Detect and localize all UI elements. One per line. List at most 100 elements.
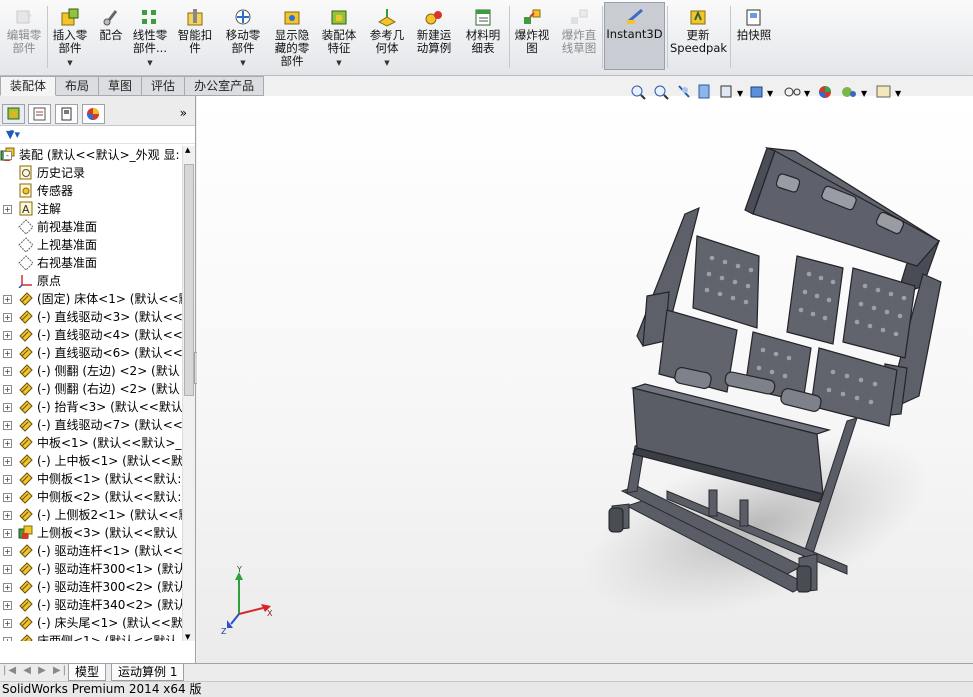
- tree-item[interactable]: + (-) 上中板<1> (默认<<默: [0, 452, 182, 470]
- ribbon-separator: [730, 6, 731, 68]
- expand-icon[interactable]: +: [3, 439, 12, 448]
- tree-item[interactable]: + (-) 床头尾<1> (默认<<默: [0, 614, 182, 632]
- ribbon-button-5[interactable]: 智能扣件: [175, 4, 215, 55]
- bed-3d-model[interactable]: [197, 96, 973, 663]
- tree-item[interactable]: 传感器: [0, 182, 182, 200]
- tree-filter[interactable]: ▼̄▾: [0, 126, 195, 144]
- part-icon: [19, 544, 33, 558]
- tree-item[interactable]: + A 注解: [0, 200, 182, 218]
- tree-item[interactable]: 上视基准面: [0, 236, 182, 254]
- expand-icon[interactable]: +: [3, 637, 12, 641]
- expand-icon[interactable]: +: [3, 403, 12, 412]
- tree-item[interactable]: 前视基准面: [0, 218, 182, 236]
- expand-icon[interactable]: +: [3, 583, 12, 592]
- expand-icon[interactable]: +: [3, 331, 12, 340]
- part-icon: [19, 382, 33, 396]
- expand-icon[interactable]: +: [3, 493, 12, 502]
- tree-item-label: 右视基准面: [37, 256, 98, 270]
- expand-panel-icon[interactable]: »: [180, 106, 187, 120]
- tree-item-label: (-) 侧翻 (左边) <2> (默认: [37, 364, 180, 378]
- tab-nav-arrows-icon[interactable]: |◀ ◀ ▶ ▶|: [3, 665, 68, 676]
- tab-5[interactable]: 办公室产品: [185, 76, 265, 96]
- ribbon-button-7[interactable]: 显示隐 藏的零 部件: [270, 4, 314, 68]
- tree-scroll-thumb[interactable]: [184, 164, 194, 396]
- expand-icon[interactable]: +: [3, 457, 12, 466]
- tree-item[interactable]: + (-) 驱动连杆340<2> (默认: [0, 596, 182, 614]
- tree-item[interactable]: + 床两侧<1> (默认<<默认: [0, 632, 182, 641]
- tab-model[interactable]: 模型: [68, 664, 107, 681]
- feature-manager-tab[interactable]: [2, 104, 25, 124]
- expand-icon[interactable]: +: [3, 367, 12, 376]
- scroll-down-icon[interactable]: ▼: [185, 633, 190, 641]
- filter-icon[interactable]: ▼̄▾: [6, 128, 20, 141]
- tree-item[interactable]: - 装配 (默认<<默认>_外观 显:: [0, 146, 182, 164]
- tree-item[interactable]: + (-) 直线驱动<6> (默认<<: [0, 344, 182, 362]
- tree-item[interactable]: + 中侧板<2> (默认<<默认:: [0, 488, 182, 506]
- collapse-icon[interactable]: -: [3, 151, 12, 160]
- tree-item[interactable]: + (-) 直线驱动<4> (默认<<: [0, 326, 182, 344]
- ribbon-button-9[interactable]: 参考几 何体 ▼: [365, 4, 409, 70]
- tree-scrollbar[interactable]: ▲ ▼: [182, 146, 195, 641]
- feature-tree: - 装配 (默认<<默认>_外观 显: 历史记录 传感器 + A 注解 前视基准面 上视基准面右…: [0, 146, 182, 641]
- tab-motion-study[interactable]: 运动算例 1: [111, 664, 185, 681]
- dropdown-arrow-icon[interactable]: ▼: [365, 57, 409, 70]
- expand-icon[interactable]: +: [3, 565, 12, 574]
- expand-icon[interactable]: +: [3, 601, 12, 610]
- ribbon-button-8[interactable]: 装配体 特征 ▼: [319, 4, 359, 70]
- scroll-up-icon[interactable]: ▲: [185, 146, 190, 154]
- tree-item[interactable]: + (-) 驱动连杆<1> (默认<<: [0, 542, 182, 560]
- graphics-area[interactable]: ▼ ▼ ▼ ▼ ▼ Y X Z: [197, 84, 973, 663]
- tree-item[interactable]: 原点: [0, 272, 182, 290]
- expand-icon[interactable]: +: [3, 619, 12, 628]
- dropdown-arrow-icon[interactable]: ▼: [50, 57, 90, 70]
- tree-item[interactable]: + 上侧板<3> (默认<<默认: [0, 524, 182, 542]
- dropdown-arrow-icon[interactable]: ▼: [128, 57, 172, 70]
- expand-icon[interactable]: +: [3, 475, 12, 484]
- dropdown-arrow-icon[interactable]: ▼: [221, 57, 265, 70]
- tree-item[interactable]: + (-) 驱动连杆300<1> (默认: [0, 560, 182, 578]
- ribbon-button-11[interactable]: 材料明 细表: [463, 4, 503, 55]
- expand-icon[interactable]: +: [3, 547, 12, 556]
- tree-item[interactable]: + (-) 侧翻 (左边) <2> (默认: [0, 362, 182, 380]
- tree-item[interactable]: + (-) 上侧板2<1> (默认<<默: [0, 506, 182, 524]
- tree-item[interactable]: + (-) 直线驱动<7> (默认<<: [0, 416, 182, 434]
- ribbon-button-4[interactable]: 线性零 部件... ▼: [128, 4, 172, 70]
- tree-item[interactable]: 历史记录: [0, 164, 182, 182]
- ribbon-button-10[interactable]: 新建运 动算例: [414, 4, 454, 55]
- expand-icon[interactable]: +: [3, 385, 12, 394]
- ribbon-button-1[interactable]: 编辑零 部件: [2, 4, 46, 55]
- expand-icon[interactable]: +: [3, 295, 12, 304]
- tree-item[interactable]: + (-) 侧翻 (右边) <2> (默认: [0, 380, 182, 398]
- tab-3[interactable]: 草图: [99, 76, 143, 96]
- tree-item[interactable]: + 中板<1> (默认<<默认>_: [0, 434, 182, 452]
- dropdown-arrow-icon[interactable]: ▼: [319, 57, 359, 70]
- expand-icon[interactable]: +: [3, 421, 12, 430]
- ribbon-button-15[interactable]: 更新 Speedpak: [670, 4, 727, 55]
- expand-icon[interactable]: +: [3, 349, 12, 358]
- tree-item[interactable]: + (固定) 床体<1> (默认<<默: [0, 290, 182, 308]
- tree-item[interactable]: + (-) 直线驱动<3> (默认<<: [0, 308, 182, 326]
- expand-icon[interactable]: +: [3, 205, 12, 214]
- tab-1[interactable]: 装配体: [0, 76, 57, 96]
- ribbon-button-12[interactable]: 爆炸视图: [512, 4, 552, 55]
- tab-2[interactable]: 布局: [56, 76, 100, 96]
- tree-item[interactable]: 右视基准面: [0, 254, 182, 272]
- ribbon-button-2[interactable]: 插入零 部件 ▼: [50, 4, 90, 70]
- property-manager-tab[interactable]: [28, 104, 51, 124]
- tree-item[interactable]: + (-) 驱动连杆300<2> (默认: [0, 578, 182, 596]
- ribbon-button-label: Instant3D: [606, 27, 663, 41]
- configuration-manager-tab[interactable]: [55, 104, 78, 124]
- ribbon-button-16[interactable]: 拍快照: [735, 4, 773, 42]
- ribbon-button-3[interactable]: 配合: [96, 4, 126, 42]
- expand-icon[interactable]: +: [3, 511, 12, 520]
- display-manager-tab[interactable]: [82, 104, 105, 124]
- ribbon-button-13[interactable]: 爆炸直 线草图: [558, 4, 600, 55]
- ribbon-button-6[interactable]: 移动零 部件 ▼: [221, 4, 265, 70]
- tab-4[interactable]: 评估: [142, 76, 186, 96]
- ribbon-button-14[interactable]: Instant3D: [604, 2, 665, 70]
- expand-icon[interactable]: +: [3, 313, 12, 322]
- tree-item[interactable]: + 中侧板<1> (默认<<默认:: [0, 470, 182, 488]
- part-icon: [19, 472, 33, 486]
- expand-icon[interactable]: +: [3, 529, 12, 538]
- tree-item[interactable]: + (-) 抬背<3> (默认<<默认: [0, 398, 182, 416]
